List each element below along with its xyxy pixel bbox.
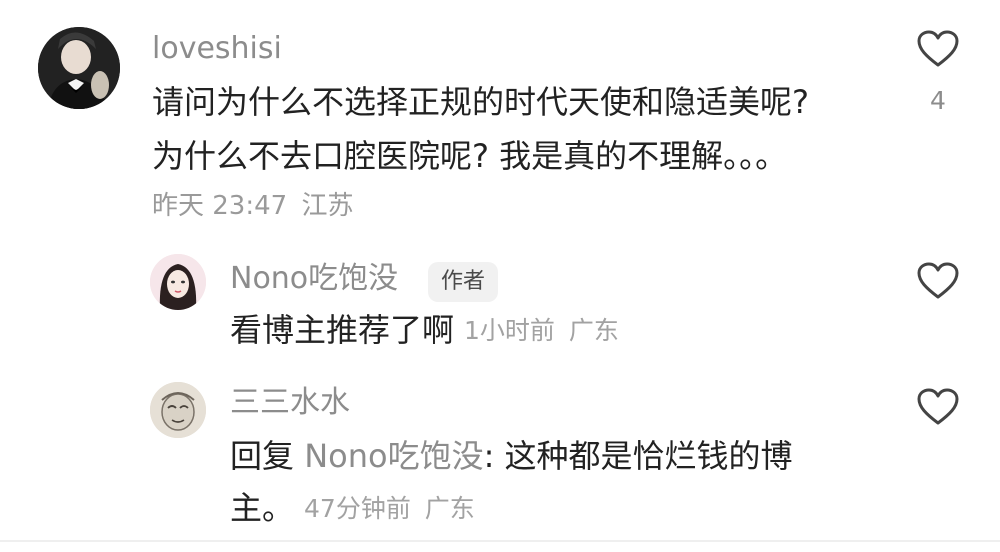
comment-item: loveshisi 请问为什么不选择正规的时代天使和隐适美呢? 为什么不去口腔医… [0,0,1000,230]
divider [0,540,1000,542]
comment-username[interactable]: loveshisi [152,34,282,64]
reply-time: 47分钟前 [304,494,411,523]
heart-outline-icon [917,388,959,425]
like-count: 4 [930,86,946,115]
comment-location: 江苏 [301,191,354,221]
reply-location: 广东 [568,316,619,345]
reply-item: 三三水水 回复 Nono吃饱没: 这种都是恰烂钱的博 主。 47分钟前 广东 [0,372,1000,540]
reply-mention[interactable]: Nono吃饱没 [304,437,483,475]
reply-text: 看博主推荐了啊 1小时前 广东 [230,314,619,346]
heart-outline-icon [917,262,959,299]
reply-colon: : [483,437,495,475]
reply-username[interactable]: Nono吃饱没 [230,264,398,294]
reply-text-content: 这种都是恰烂钱的博 [504,437,793,475]
like-button[interactable] [916,30,960,68]
reply-text-line: 回复 Nono吃饱没: 这种都是恰烂钱的博 [230,440,793,472]
reply-time: 1小时前 [464,316,555,345]
reply-username[interactable]: 三三水水 [230,388,350,418]
reply-text-line: 主。 47分钟前 广东 [230,492,475,524]
like-button[interactable] [916,388,960,426]
author-badge: 作者 [428,262,499,302]
reply-text-content: 主。 [230,489,295,527]
avatar[interactable] [150,254,206,310]
reply-text-content: 看博主推荐了啊 [230,311,455,349]
comment-meta: 昨天 23:47 江苏 [152,193,353,219]
like-button[interactable] [916,262,960,300]
reply-meta: 47分钟前 广东 [304,494,475,523]
reply-item: Nono吃饱没 作者 看博主推荐了啊 1小时前 广东 [0,240,1000,360]
comment-text-line: 请问为什么不选择正规的时代天使和隐适美呢? [152,83,809,121]
comment-text-line: 为什么不去口腔医院呢? 我是真的不理解。。。 [152,137,788,175]
reply-location: 广东 [424,494,475,523]
avatar[interactable] [150,382,206,438]
heart-outline-icon [917,30,959,67]
comment-time: 昨天 23:47 [152,191,288,221]
reply-meta: 1小时前 广东 [464,316,619,345]
reply-prefix: 回复 [230,437,295,475]
avatar[interactable] [38,27,120,109]
